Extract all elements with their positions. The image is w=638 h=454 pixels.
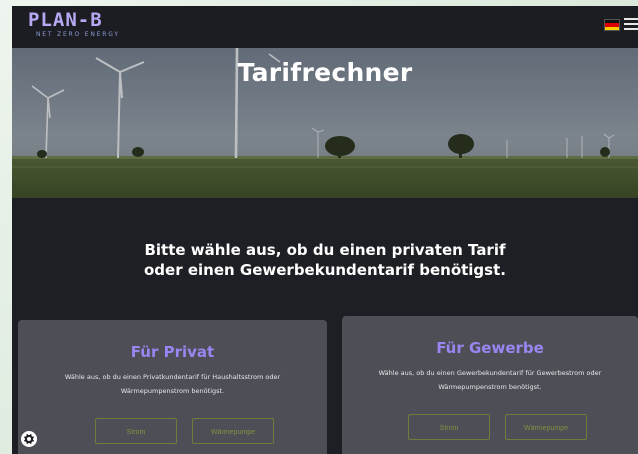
page: PLAN-B NET ZERO ENERGY Tarifrechner Bitt… [12, 6, 638, 454]
card-gewerbe-desc-line-2: Wärmepumpenstrom benötigst. [438, 383, 542, 391]
card-gewerbe: Für Gewerbe Wähle aus, ob du einen Gewer… [342, 316, 638, 454]
card-gewerbe-description: Wähle aus, ob du einen Gewerbekundentari… [362, 366, 618, 394]
hero-banner: Tarifrechner [12, 48, 638, 198]
site-header: PLAN-B NET ZERO ENERGY [12, 6, 638, 48]
card-privat-desc-line-2: Wärmepumpenstrom benötigst. [120, 387, 225, 395]
intro-line-2: oder einen Gewerbekundentarif benötigst. [144, 261, 506, 279]
logo-tagline: NET ZERO ENERGY [36, 31, 120, 38]
hamburger-menu-icon[interactable] [624, 18, 638, 30]
privat-strom-button[interactable]: Strom [95, 418, 177, 444]
gewerbe-waermepumpe-button[interactable]: Wärmepumpe [505, 414, 587, 440]
logo[interactable]: PLAN-B NET ZERO ENERGY [28, 10, 120, 38]
card-privat-description: Wähle aus, ob du einen Privatkundentarif… [38, 370, 307, 398]
cookie-settings-icon[interactable] [20, 430, 38, 448]
page-title: Tarifrechner [237, 58, 413, 87]
intro-text: Bitte wähle aus, ob du einen privaten Ta… [12, 240, 638, 280]
gewerbe-strom-button[interactable]: Strom [408, 414, 490, 440]
card-privat: Für Privat Wähle aus, ob du einen Privat… [18, 320, 327, 454]
german-flag-icon[interactable] [604, 19, 620, 31]
card-gewerbe-title: Für Gewerbe [436, 339, 544, 357]
intro-line-1: Bitte wähle aus, ob du einen privaten Ta… [144, 241, 506, 259]
card-privat-desc-line-1: Wähle aus, ob du einen Privatkundentarif… [64, 373, 281, 381]
logo-text: PLAN-B [28, 9, 103, 31]
privat-waermepumpe-button[interactable]: Wärmepumpe [192, 418, 274, 444]
card-privat-title: Für Privat [130, 343, 215, 361]
card-gewerbe-desc-line-1: Wähle aus, ob du einen Gewerbekundentari… [378, 369, 602, 377]
